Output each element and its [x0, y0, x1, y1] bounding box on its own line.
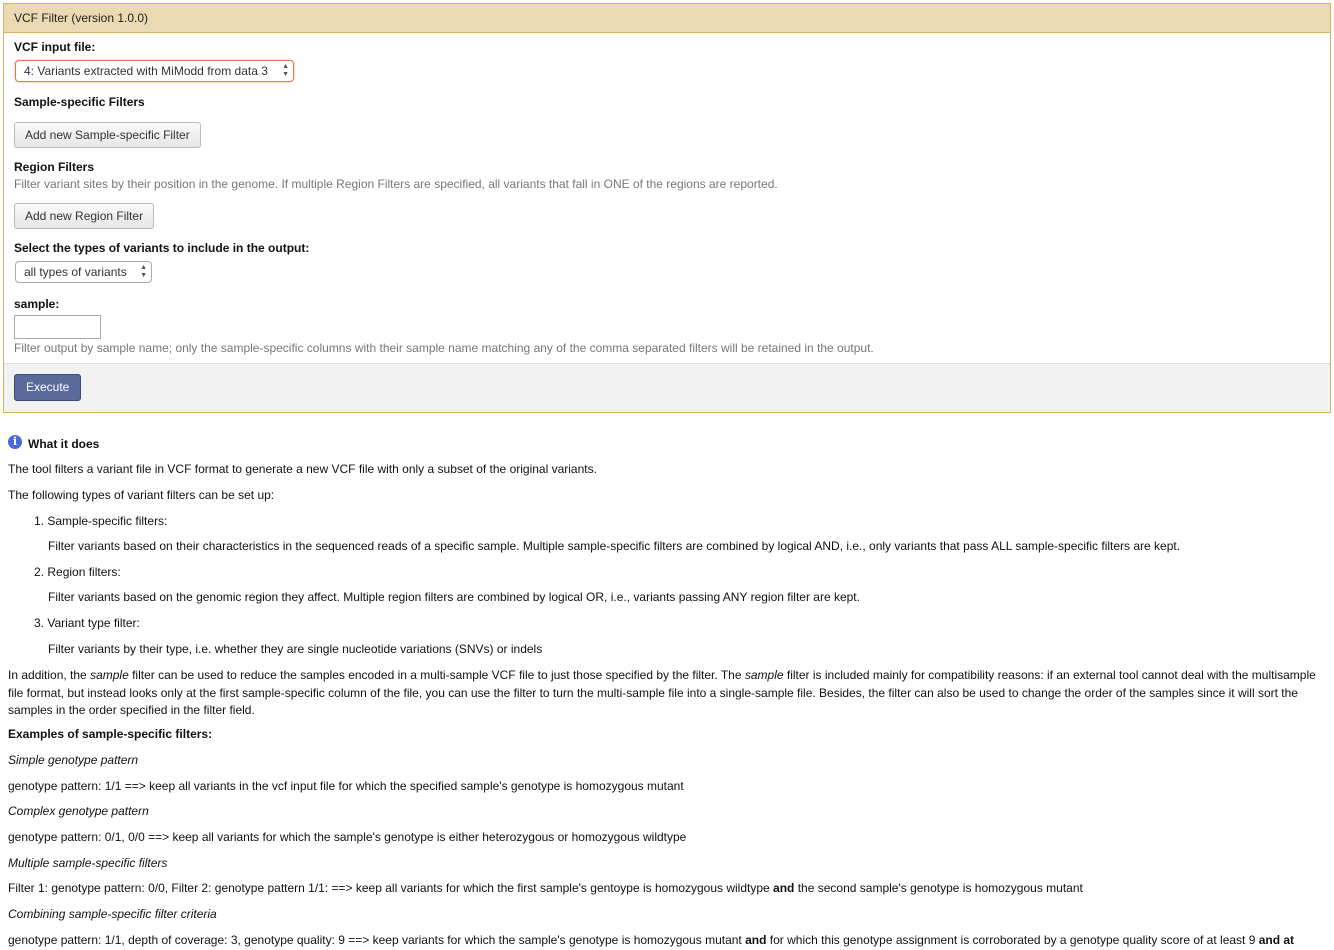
add-region-filter-button[interactable]: Add new Region Filter: [14, 203, 155, 229]
list-item-2-desc: Filter variants based on the genomic reg…: [48, 590, 860, 604]
region-filters-label: Region Filters: [14, 160, 95, 174]
example-1-text: genotype pattern: 1/1 ==> keep all varia…: [8, 779, 684, 793]
sample-help: Filter output by sample name; only the s…: [14, 341, 874, 355]
example-4-text: genotype pattern: 1/1, depth of coverage…: [8, 933, 1295, 947]
add-sample-filter-button[interactable]: Add new Sample-specific Filter: [14, 122, 201, 148]
variant-types-value: all types of variants: [24, 265, 127, 279]
execute-button[interactable]: Execute: [14, 374, 82, 401]
vcf-input-select[interactable]: 4: Variants extracted with MiModd from d…: [15, 60, 294, 82]
variant-types-label: Select the types of variants to include …: [14, 241, 310, 255]
help-addition-paragraph: In addition, the sample filter can be us…: [8, 668, 1316, 717]
form-body: VCF input file: 4: Variants extracted wi…: [4, 33, 1330, 367]
list-item-1-desc: Filter variants based on their character…: [48, 539, 1181, 553]
list-item-3-desc: Filter variants by their type, i.e. whet…: [48, 642, 543, 656]
help-types-intro: The following types of variant filters c…: [8, 488, 275, 502]
examples-heading: Examples of sample-specific filters:: [8, 727, 213, 741]
panel-title: VCF Filter (version 1.0.0): [4, 4, 1330, 33]
sample-filters-label: Sample-specific Filters: [14, 95, 145, 109]
help-intro: The tool filters a variant file in VCF f…: [8, 462, 597, 476]
list-item-1-title: 1. Sample-specific filters:: [34, 514, 168, 528]
variant-types-select[interactable]: all types of variants ▲ ▼: [15, 261, 152, 283]
form-footer: Execute: [4, 363, 1330, 412]
info-icon: i: [8, 435, 22, 449]
vcf-input-value: 4: Variants extracted with MiModd from d…: [24, 64, 268, 78]
vcf-input-label: VCF input file:: [14, 40, 96, 54]
help-heading: What it does: [28, 437, 100, 451]
updown-arrows-icon: ▲ ▼: [140, 264, 147, 279]
list-item-3-title: 3. Variant type filter:: [34, 616, 140, 630]
example-3-text: Filter 1: genotype pattern: 0/0, Filter …: [8, 881, 1083, 895]
updown-arrows-icon: ▲ ▼: [282, 63, 289, 78]
example-3-title: Multiple sample-specific filters: [8, 856, 168, 870]
example-1-title: Simple genotype pattern: [8, 753, 139, 767]
region-filters-help: Filter variant sites by their position i…: [14, 177, 778, 191]
list-item-2-title: 2. Region filters:: [34, 565, 121, 579]
example-4-title: Combining sample-specific filter criteri…: [8, 907, 217, 921]
example-2-text: genotype pattern: 0/1, 0/0 ==> keep all …: [8, 830, 687, 844]
example-2-title: Complex genotype pattern: [8, 804, 149, 818]
tool-form-panel: VCF Filter (version 1.0.0) VCF input fil…: [3, 3, 1331, 413]
sample-input[interactable]: [14, 315, 101, 339]
sample-label: sample:: [14, 297, 60, 311]
